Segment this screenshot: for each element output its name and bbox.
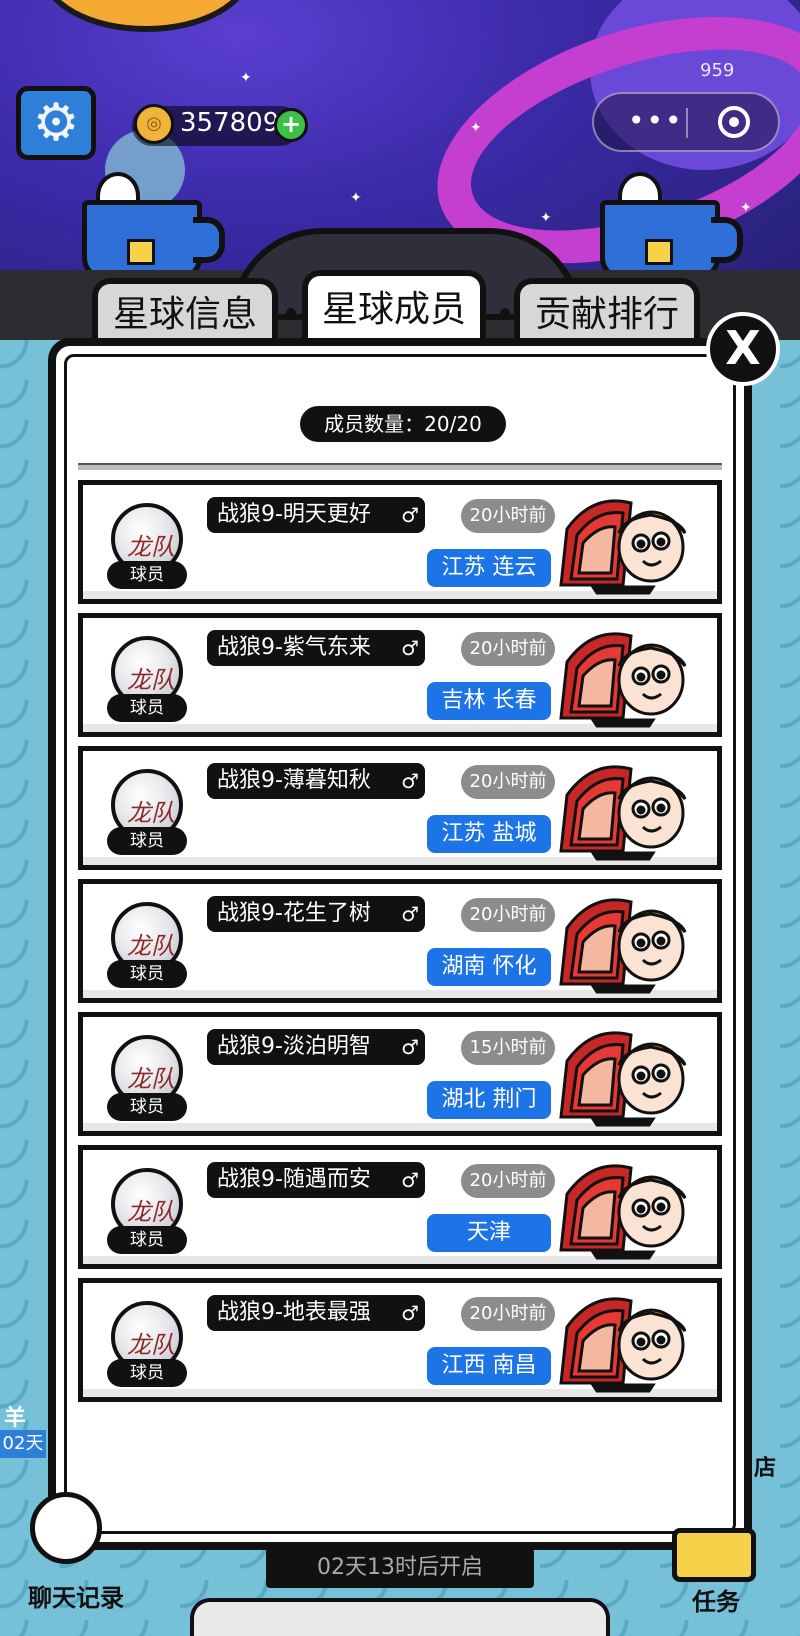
member-row[interactable]: 龙队 球员 战狼9-随遇而安 ♂ 20小时前 天津 (78, 1145, 722, 1269)
role-badge: 球员 (107, 960, 187, 988)
mascot-avatar-icon (553, 1154, 699, 1260)
tab-notch (500, 308, 510, 318)
role-badge: 球员 (107, 1226, 187, 1254)
role-badge: 球员 (107, 694, 187, 722)
avatar-emblem: 龙队 (127, 1198, 175, 1226)
member-row[interactable]: 龙队 球员 战狼9-花生了树 ♂ 20小时前 湖南 怀化 (78, 879, 722, 1003)
member-row[interactable]: 龙队 球员 战狼9-薄暮知秋 ♂ 20小时前 江苏 盐城 (78, 746, 722, 870)
mascot-avatar-icon (553, 1021, 699, 1127)
male-icon: ♂ (401, 1168, 419, 1192)
avatar-emblem: 龙队 (127, 533, 175, 561)
member-count-badge: 成员数量：20/20 (300, 406, 506, 442)
last-active-badge: 20小时前 (461, 499, 555, 533)
male-icon: ♂ (401, 769, 419, 793)
member-list[interactable]: 龙队 球员 战狼9-明天更好 ♂ 20小时前 江苏 连云 龙队 球员 战狼9-紫… (78, 480, 722, 1432)
member-row[interactable]: 龙队 球员 战狼9-紫气东来 ♂ 20小时前 吉林 长春 (78, 613, 722, 737)
mascot-avatar-icon (553, 755, 699, 861)
member-row[interactable]: 龙队 球员 战狼9-淡泊明智 ♂ 15小时前 湖北 荆门 (78, 1012, 722, 1136)
member-name-tag: 战狼9-地表最强 ♂ (207, 1295, 425, 1331)
more-menu-icon[interactable]: ••• (628, 104, 684, 137)
member-name: 战狼9-花生了树 (217, 901, 371, 926)
task-button[interactable]: 任务 (692, 1582, 740, 1617)
coin-icon: ◎ (134, 104, 174, 144)
chat-bubble-icon[interactable] (30, 1492, 102, 1564)
member-row[interactable]: 龙队 球员 战狼9-地表最强 ♂ 20小时前 江西 南昌 (78, 1278, 722, 1402)
member-name: 战狼9-明天更好 (217, 502, 371, 527)
mascot-avatar-icon (553, 1287, 699, 1393)
member-row[interactable]: 龙队 球员 战狼9-明天更好 ♂ 20小时前 江苏 连云 (78, 480, 722, 604)
avatar-emblem: 龙队 (127, 932, 175, 960)
gear-icon: ⚙ (32, 93, 80, 153)
capsule-divider (686, 108, 688, 138)
last-active-badge: 20小时前 (461, 765, 555, 799)
avatar-emblem: 龙队 (127, 799, 175, 827)
member-name-tag: 战狼9-薄暮知秋 ♂ (207, 763, 425, 799)
countdown-banner: 02天13时后开启 (266, 1548, 534, 1588)
male-icon: ♂ (401, 636, 419, 660)
side-badge-left: 02天 (0, 1430, 46, 1458)
task-icon[interactable] (672, 1528, 756, 1582)
member-name: 战狼9-地表最强 (217, 1300, 371, 1325)
avatar-emblem: 龙队 (127, 666, 175, 694)
last-active-badge: 15小时前 (461, 1031, 555, 1065)
last-active-badge: 20小时前 (461, 632, 555, 666)
settings-button[interactable]: ⚙ (16, 86, 96, 160)
mug-decoration-left (82, 200, 225, 280)
side-label-right[interactable]: 店 (754, 1450, 776, 1482)
male-icon: ♂ (401, 503, 419, 527)
add-coins-button[interactable]: + (274, 108, 308, 142)
male-icon: ♂ (401, 902, 419, 926)
tab-notch (286, 308, 296, 318)
male-icon: ♂ (401, 1301, 419, 1325)
mini-program-capsule: ••• (592, 92, 780, 152)
close-modal-button[interactable]: X (706, 312, 780, 386)
location-badge: 江苏 盐城 (427, 815, 551, 853)
location-badge: 吉林 长春 (427, 682, 551, 720)
mascot-avatar-icon (553, 489, 699, 595)
location-badge: 湖北 荆门 (427, 1081, 551, 1119)
close-mini-program-icon[interactable] (718, 106, 750, 138)
mini-program-counter: 959 (700, 60, 735, 81)
member-name-tag: 战狼9-明天更好 ♂ (207, 497, 425, 533)
planet-graphic (40, 0, 252, 32)
side-label-left[interactable]: 羊 (4, 1400, 26, 1432)
role-badge: 球员 (107, 1093, 187, 1121)
mascot-avatar-icon (553, 888, 699, 994)
member-name-tag: 战狼9-花生了树 ♂ (207, 896, 425, 932)
member-name-tag: 战狼9-随遇而安 ♂ (207, 1162, 425, 1198)
role-badge: 球员 (107, 827, 187, 855)
last-active-badge: 20小时前 (461, 1297, 555, 1331)
location-badge: 江苏 连云 (427, 549, 551, 587)
mascot-avatar-icon (553, 622, 699, 728)
member-name: 战狼9-薄暮知秋 (217, 768, 371, 793)
star-icon: ✦ (740, 200, 752, 216)
location-badge: 天津 (427, 1214, 551, 1252)
location-badge: 江西 南昌 (427, 1347, 551, 1385)
avatar-emblem: 龙队 (127, 1331, 175, 1359)
chat-history-button[interactable]: 聊天记录 (28, 1578, 124, 1613)
avatar-emblem: 龙队 (127, 1065, 175, 1093)
coin-balance: 357809 (180, 108, 280, 138)
member-name: 战狼9-随遇而安 (217, 1167, 371, 1192)
location-badge: 湖南 怀化 (427, 948, 551, 986)
member-name: 战狼9-紫气东来 (217, 635, 371, 660)
star-icon: ✦ (540, 210, 552, 226)
role-badge: 球员 (107, 561, 187, 589)
last-active-badge: 20小时前 (461, 898, 555, 932)
male-icon: ♂ (401, 1035, 419, 1059)
mug-decoration-right (600, 200, 743, 280)
star-icon: ✦ (470, 120, 482, 136)
member-name-tag: 战狼9-淡泊明智 ♂ (207, 1029, 425, 1065)
bottom-bar (190, 1598, 610, 1636)
member-name-tag: 战狼9-紫气东来 ♂ (207, 630, 425, 666)
star-icon: ✦ (240, 70, 252, 86)
role-badge: 球员 (107, 1359, 187, 1387)
list-divider (78, 463, 722, 470)
star-icon: ✦ (350, 190, 362, 206)
member-name: 战狼9-淡泊明智 (217, 1034, 371, 1059)
last-active-badge: 20小时前 (461, 1164, 555, 1198)
